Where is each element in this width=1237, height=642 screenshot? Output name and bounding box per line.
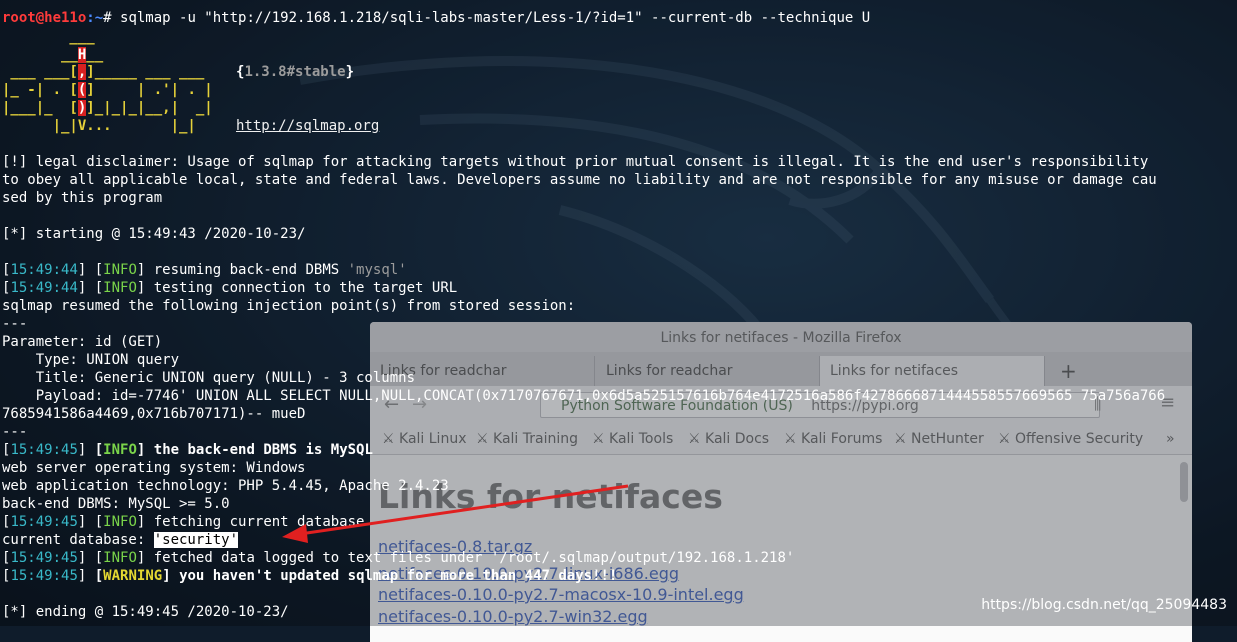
annotation-arrow-icon xyxy=(282,484,629,543)
watermark: https://blog.csdn.net/qq_25094483 xyxy=(981,597,1227,613)
